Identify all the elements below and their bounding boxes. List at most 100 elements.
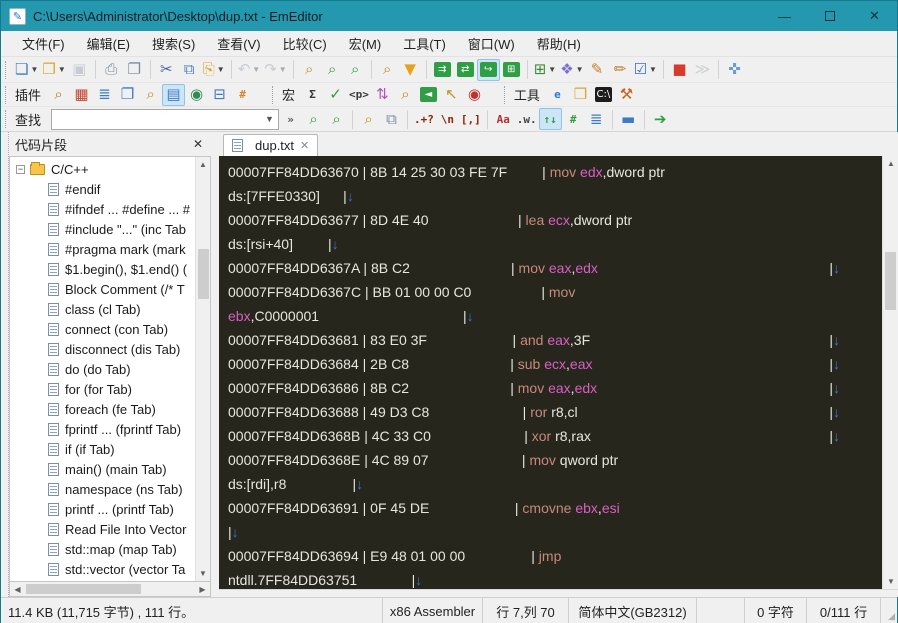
find-in-files-button[interactable]: ⌕ — [376, 59, 399, 81]
find-previous-button[interactable]: ⌕ — [344, 59, 367, 81]
paste-button[interactable]: ⎘ ▼ — [201, 59, 227, 81]
snippet-item-6[interactable]: class (cl Tab) — [10, 299, 195, 319]
number-search-button[interactable]: # — [562, 108, 585, 130]
collapse-icon[interactable]: − — [16, 164, 25, 174]
snippet-item-3[interactable]: #pragma mark (mark — [10, 239, 195, 259]
match-case-button[interactable]: Aa — [492, 108, 515, 130]
snippets-hscroll-thumb[interactable] — [26, 584, 141, 594]
find-next-quick-button[interactable]: ⌕ — [325, 108, 348, 130]
snippet-item-7[interactable]: connect (con Tab) — [10, 319, 195, 339]
status-char-count[interactable]: 0 字符 — [745, 598, 807, 623]
print-button[interactable]: ⎙ — [100, 59, 123, 81]
wrap-by-characters-button[interactable]: ⇄ — [454, 59, 477, 81]
escape-seq-button[interactable]: \n — [436, 108, 459, 130]
play-macro-button[interactable]: ✏ — [609, 59, 632, 81]
number-plugin-button[interactable]: # — [231, 84, 254, 106]
snippet-item-12[interactable]: fprintf ... (fprintf Tab) — [10, 419, 195, 439]
editor-scroll-thumb[interactable] — [885, 252, 896, 310]
scroll-down-icon[interactable]: ▼ — [883, 574, 898, 589]
dropdown-arrow-icon[interactable]: ▼ — [279, 65, 287, 74]
snippet-item-11[interactable]: foreach (fe Tab) — [10, 399, 195, 419]
snippet-item-20[interactable]: struct (st Tab) — [10, 579, 195, 581]
snippet-item-19[interactable]: std::vector (vector Ta — [10, 559, 195, 579]
markup-macro-button[interactable]: <p> — [347, 84, 371, 106]
menu-item-7[interactable]: 窗口(W) — [457, 31, 526, 56]
dropdown-arrow-icon[interactable]: ▼ — [217, 65, 225, 74]
open-documents-plugin-button[interactable]: ❐ — [116, 84, 139, 106]
editor-horizontal-scrollbar[interactable] — [219, 589, 898, 597]
stop-doc-macro-button[interactable]: ◉ — [463, 84, 486, 106]
pin-button[interactable]: ✜ — [723, 59, 746, 81]
dropdown-arrow-icon[interactable]: ▼ — [252, 65, 260, 74]
snippet-item-13[interactable]: if (if Tab) — [10, 439, 195, 459]
dropdown-arrow-icon[interactable]: ▼ — [649, 65, 657, 74]
find-next-button[interactable]: ⌕ — [321, 59, 344, 81]
status-cursor-position[interactable]: 行 7,列 70 — [483, 598, 569, 623]
close-button[interactable]: ✕ — [852, 1, 897, 31]
go-next-button[interactable]: ➔ — [649, 108, 672, 130]
word-count-plugin-button[interactable]: ⊟ — [208, 84, 231, 106]
panel-close-icon[interactable]: ✕ — [189, 135, 207, 153]
status-syntax[interactable]: x86 Assembler — [383, 598, 483, 623]
html-bar-plugin-button[interactable]: ▦ — [70, 84, 93, 106]
open-folder-tool-button[interactable]: ❒ — [569, 84, 592, 106]
editor-vertical-scrollbar[interactable]: ▲ ▼ — [882, 156, 898, 589]
command-prompt-tool-button[interactable]: C:\ — [592, 84, 615, 106]
navigate-back-macro-button[interactable]: ◄ — [417, 84, 440, 106]
snippet-item-17[interactable]: Read File Into Vector — [10, 519, 195, 539]
whole-word-button[interactable]: .w. — [515, 108, 539, 130]
find-previous-quick-button[interactable]: ⌕ — [302, 108, 325, 130]
wrap-by-window-button[interactable]: ↪ — [476, 58, 500, 81]
list-matches-button[interactable]: ≣ — [585, 108, 608, 130]
menu-item-3[interactable]: 查看(V) — [206, 31, 271, 56]
snippet-item-2[interactable]: #include "..." (inc Tab — [10, 219, 195, 239]
menu-item-1[interactable]: 编辑(E) — [76, 31, 141, 56]
snippets-horizontal-scrollbar[interactable]: ◀ ▶ — [9, 582, 211, 597]
menu-item-4[interactable]: 比较(C) — [272, 31, 338, 56]
macro-toolbar-grip[interactable] — [272, 85, 275, 104]
snippet-item-15[interactable]: namespace (ns Tab) — [10, 479, 195, 499]
snippet-item-14[interactable]: main() (main Tab) — [10, 459, 195, 479]
menu-item-5[interactable]: 宏(M) — [338, 31, 393, 56]
editor-text-area[interactable]: 00007FF84DD63670 | 8B 14 25 30 03 FE 7F … — [219, 156, 882, 589]
filter-button[interactable]: ▼ — [399, 59, 422, 81]
maximize-button[interactable] — [807, 1, 852, 31]
dropdown-arrow-icon[interactable]: ▼ — [58, 65, 66, 74]
updown-search-button[interactable]: ↑↓ — [538, 108, 562, 130]
outline-button[interactable]: ⊞ ▼ — [532, 59, 559, 81]
find-button[interactable]: ⌕ — [298, 59, 321, 81]
toolbar-grip[interactable] — [5, 60, 8, 79]
status-empty[interactable] — [697, 598, 745, 623]
snippet-item-5[interactable]: Block Comment (/* T — [10, 279, 195, 299]
tab-dup-txt[interactable]: dup.txt ✕ — [223, 134, 319, 156]
tab-close-icon[interactable]: ✕ — [300, 139, 309, 152]
minimize-button[interactable]: — — [762, 1, 807, 31]
cut-button[interactable]: ✂ — [155, 59, 178, 81]
snippet-item-9[interactable]: do (do Tab) — [10, 359, 195, 379]
snippet-item-1[interactable]: #ifndef ... #define ... # — [10, 199, 195, 219]
resize-grip[interactable]: ◢ — [881, 598, 897, 623]
dropdown-arrow-icon[interactable]: ▼ — [30, 65, 38, 74]
validate-macro-button[interactable]: ✓ — [324, 84, 347, 106]
scroll-down-icon[interactable]: ▼ — [196, 566, 210, 581]
copy-button[interactable]: ⧉ — [178, 59, 201, 81]
plugins-toolbar-grip[interactable] — [5, 85, 8, 104]
snippet-item-0[interactable]: #endif — [10, 179, 195, 199]
scroll-left-icon[interactable]: ◀ — [10, 582, 25, 596]
search-plugin-button[interactable]: ⌕ — [139, 84, 162, 106]
status-line-count[interactable]: 0/111 行 — [807, 598, 881, 623]
snippets-plugin-button[interactable]: ▤ — [162, 83, 186, 106]
save-button[interactable]: ▣ — [68, 59, 91, 81]
open-file-button[interactable]: ❒ ▼ — [40, 59, 67, 81]
sort-macro-button[interactable]: ⇅ — [371, 84, 394, 106]
web-preview-plugin-button[interactable]: ◉ — [185, 84, 208, 106]
tools-toolbar-grip[interactable] — [503, 85, 507, 104]
macro-list-button[interactable]: ☑ ▼ — [632, 59, 659, 81]
print-preview-button[interactable]: ❐ — [123, 59, 146, 81]
snippet-item-18[interactable]: std::map (map Tab) — [10, 539, 195, 559]
char-class-button[interactable]: [,] — [459, 108, 483, 130]
status-encoding[interactable]: 简体中文(GB2312) — [569, 598, 697, 623]
regex-button[interactable]: .+? — [412, 108, 436, 130]
find-dropdown-arrow-icon[interactable]: ▼ — [261, 110, 278, 129]
snippet-item-8[interactable]: disconnect (dis Tab) — [10, 339, 195, 359]
